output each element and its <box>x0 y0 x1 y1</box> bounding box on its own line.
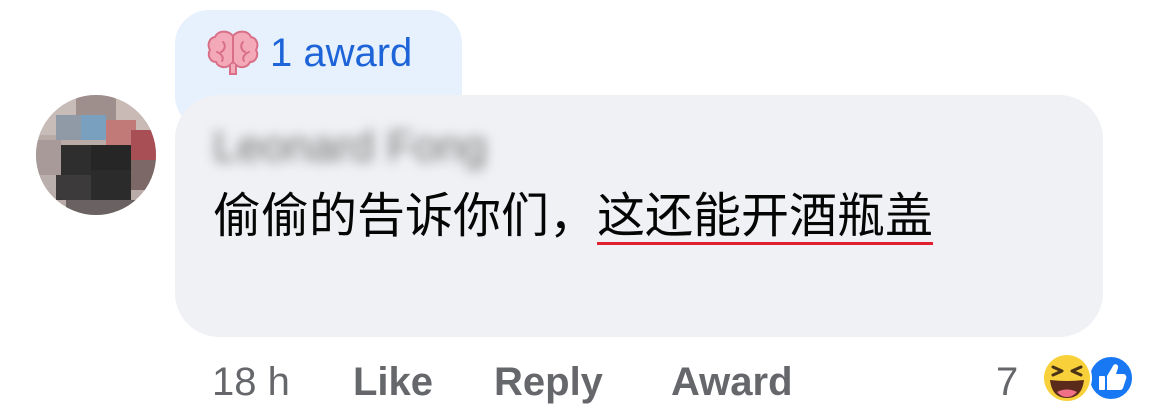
reaction-icons[interactable] <box>1035 349 1136 407</box>
comment-text-plain: 偷偷的告诉你们， <box>213 188 598 244</box>
comment-author[interactable]: Leonard Fong <box>213 120 523 174</box>
reply-button[interactable]: Reply <box>494 356 603 408</box>
reaction-count[interactable]: 7 <box>996 356 1018 408</box>
award-count-label[interactable]: 1 award <box>270 29 412 77</box>
comment-text: 偷偷的告诉你们，这还能开酒瓶盖 <box>213 177 1083 255</box>
comment-text-underlined: 这还能开酒瓶盖 <box>597 188 934 244</box>
award-button[interactable]: Award <box>671 356 793 408</box>
avatar[interactable] <box>36 95 156 215</box>
like-thumb-icon <box>1086 353 1136 403</box>
like-button[interactable]: Like <box>353 356 433 408</box>
haha-icon <box>1042 353 1092 403</box>
brain-icon <box>207 30 259 75</box>
comment-timestamp[interactable]: 18 h <box>212 356 290 408</box>
